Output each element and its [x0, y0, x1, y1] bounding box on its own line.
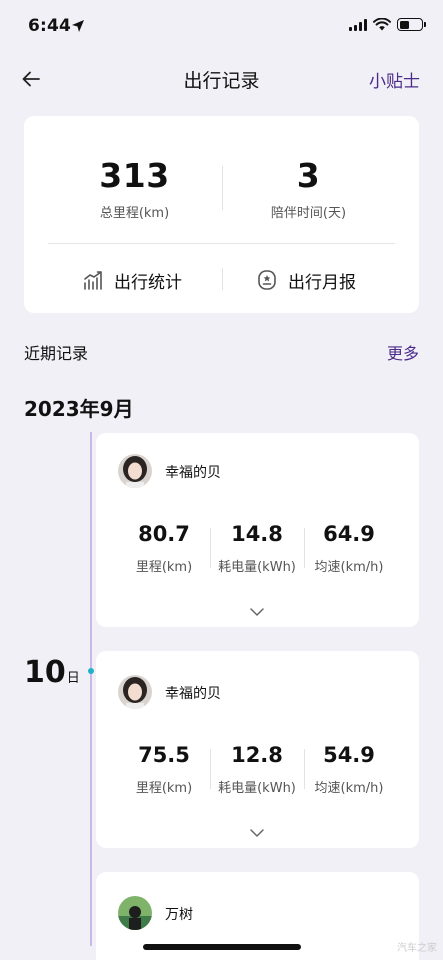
user-name: 万树	[165, 907, 193, 923]
tips-link[interactable]: 小贴士	[369, 67, 420, 92]
trip-mileage-value: 75.5	[138, 743, 190, 767]
avatar	[118, 454, 152, 488]
home-indicator[interactable]	[143, 944, 301, 950]
trip-energy-stat: 14.8 耗电量(kWh)	[210, 520, 304, 575]
trip-speed-value: 64.9	[323, 522, 375, 546]
avatar	[118, 675, 152, 709]
trip-mileage-value: 80.7	[138, 522, 190, 546]
day-unit: 日	[66, 671, 80, 686]
trip-card[interactable]: 幸福的贝 75.5 里程(km) 12.8 耗电量(kWh) 54.9 均速(k…	[96, 651, 419, 848]
monthly-report-button[interactable]: 出行月报	[256, 266, 356, 294]
status-bar: 6:44	[0, 0, 443, 54]
nav-bar: 出行记录 小贴士	[0, 54, 443, 104]
user-name: 幸福的贝	[165, 465, 221, 481]
wifi-icon	[373, 18, 391, 31]
trip-speed-value: 54.9	[323, 743, 375, 767]
trip-mileage-label: 里程(km)	[135, 781, 193, 796]
trip-mileage-label: 里程(km)	[135, 560, 193, 575]
avatar	[118, 896, 152, 930]
trip-mileage-stat: 75.5 里程(km)	[117, 741, 211, 796]
trip-speed-label: 均速(km/h)	[314, 781, 384, 796]
status-time: 6:44	[28, 16, 72, 36]
trip-card[interactable]: 幸福的贝 80.7 里程(km) 14.8 耗电量(kWh) 64.9 均速(k…	[96, 433, 419, 627]
trip-statistics-button[interactable]: 出行统计	[82, 266, 182, 294]
companion-days-value: 3	[296, 156, 321, 195]
monthly-report-label: 出行月报	[288, 272, 356, 293]
trip-mileage-stat: 80.7 里程(km)	[117, 520, 211, 575]
chevron-down-icon[interactable]	[249, 605, 265, 619]
day-marker: 10日	[24, 655, 80, 690]
month-heading: 2023年9月	[24, 397, 134, 421]
trip-energy-label: 耗电量(kWh)	[218, 560, 296, 575]
trip-speed-label: 均速(km/h)	[314, 560, 384, 575]
user-name: 幸福的贝	[165, 686, 221, 702]
chevron-down-icon[interactable]	[249, 826, 265, 840]
trip-energy-value: 12.8	[231, 743, 283, 767]
cellular-signal-icon	[349, 18, 367, 31]
watermark: 汽车之家	[397, 943, 437, 954]
trip-energy-stat: 12.8 耗电量(kWh)	[210, 741, 304, 796]
summary-divider	[48, 243, 395, 244]
summary-card: 313 总里程(km) 3 陪伴时间(天) 出行统计 出行月报	[24, 116, 419, 313]
location-arrow-icon	[72, 20, 84, 32]
bar-chart-trend-icon	[84, 271, 102, 290]
action-divider	[222, 268, 223, 290]
trip-speed-stat: 64.9 均速(km/h)	[302, 520, 396, 575]
trip-statistics-label: 出行统计	[114, 272, 182, 293]
companion-days-label: 陪伴时间(天)	[270, 206, 347, 221]
trip-energy-value: 14.8	[231, 522, 283, 546]
total-mileage-value: 313	[99, 156, 170, 195]
recent-records-title: 近期记录	[24, 344, 89, 363]
trip-energy-label: 耗电量(kWh)	[218, 781, 296, 796]
more-link[interactable]: 更多	[387, 340, 419, 364]
companion-days-stat: 3 陪伴时间(天)	[210, 156, 407, 221]
trip-speed-stat: 54.9 均速(km/h)	[302, 741, 396, 796]
total-mileage-label: 总里程(km)	[99, 206, 170, 221]
battery-icon	[397, 18, 426, 31]
timeline-dot	[88, 668, 94, 674]
day-number: 10	[24, 655, 66, 690]
report-badge-icon	[258, 270, 276, 290]
total-mileage-stat: 313 总里程(km)	[36, 156, 233, 221]
timeline-line	[90, 432, 92, 946]
